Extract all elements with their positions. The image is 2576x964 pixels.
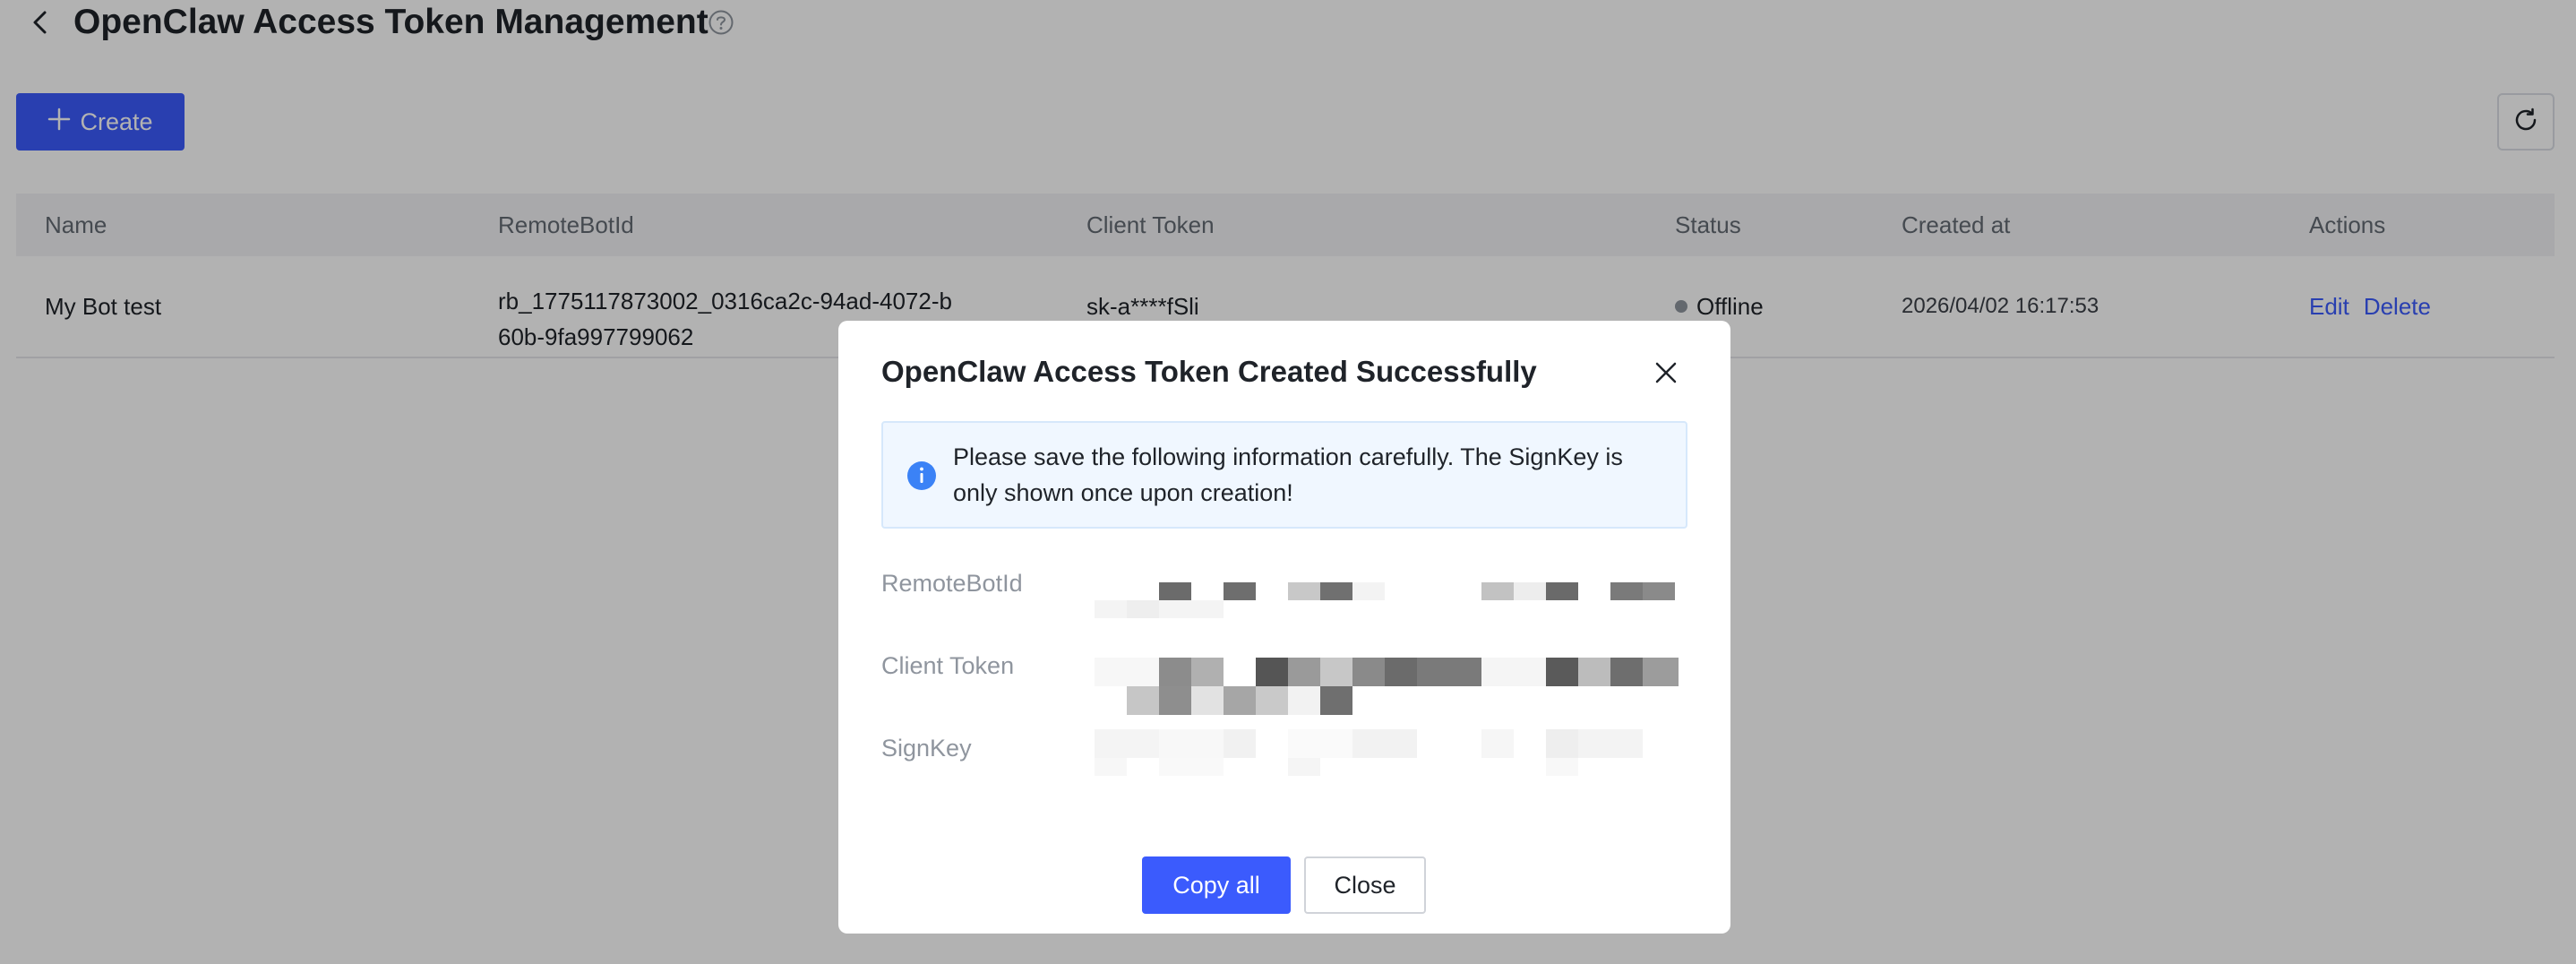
- info-icon: [906, 460, 937, 491]
- token-created-dialog: OpenClaw Access Token Created Successful…: [838, 321, 1730, 934]
- close-icon[interactable]: [1646, 353, 1686, 392]
- redacted-signkey-value: [1095, 722, 1679, 779]
- redacted-remotebotid-value: [1095, 575, 1679, 633]
- info-alert: Please save the following information ca…: [881, 421, 1687, 529]
- redacted-client-token-value: [1095, 658, 1679, 715]
- field-label-client-token: Client Token: [881, 652, 1015, 679]
- field-label-signkey: SignKey: [881, 735, 972, 762]
- dialog-title: OpenClaw Access Token Created Successful…: [881, 355, 1537, 388]
- copy-all-button[interactable]: Copy all: [1142, 856, 1291, 914]
- alert-message: Please save the following information ca…: [953, 443, 1623, 506]
- field-label-remotebotid: RemoteBotId: [881, 570, 1023, 597]
- close-button[interactable]: Close: [1304, 856, 1426, 914]
